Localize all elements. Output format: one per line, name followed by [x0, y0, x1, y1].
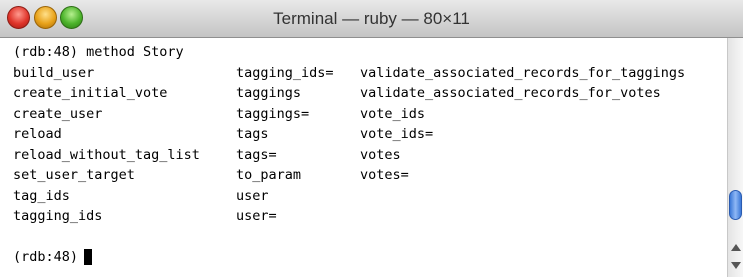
method-name: create_initial_vote [13, 85, 168, 101]
method-name: reload_without_tag_list [13, 146, 200, 163]
scroll-down-arrow-icon[interactable] [731, 262, 741, 269]
output-row: build_user tagging_ids= validate_associa… [13, 63, 727, 84]
output-row: tagging_ids user= [13, 206, 727, 227]
method-name: votes [360, 146, 401, 163]
output-row: reload tags vote_ids= [13, 124, 727, 145]
method-name: tags [236, 126, 269, 142]
prompt-text: (rdb:48) [13, 249, 79, 265]
method-name: tagging_ids [13, 208, 103, 224]
vertical-scrollbar[interactable] [727, 38, 743, 277]
method-name: reload [13, 126, 62, 142]
method-name: votes= [360, 167, 409, 183]
current-prompt: (rdb:48) [13, 247, 93, 268]
method-name: build_user [13, 64, 95, 81]
method-name: taggings= [236, 105, 310, 122]
scrollbar-thumb[interactable] [729, 190, 742, 220]
method-name: tag_ids [13, 187, 70, 204]
output-row: create_user taggings= vote_ids [13, 104, 727, 125]
method-name: vote_ids= [360, 126, 434, 142]
method-name: tags= [236, 146, 277, 163]
terminal-window: Terminal — ruby — 80×11 (rdb:48) method … [0, 0, 743, 277]
output-row: set_user_target to_param votes= [13, 165, 727, 186]
method-name: validate_associated_records_for_votes [360, 85, 661, 101]
input-line[interactable]: (rdb:48) [13, 247, 727, 268]
method-name: user= [236, 208, 277, 224]
terminal-output[interactable]: (rdb:48) method Story build_user tagging… [0, 38, 727, 277]
window-title: Terminal — ruby — 80×11 [273, 9, 470, 28]
method-name: user [236, 187, 269, 204]
title-bar[interactable]: Terminal — ruby — 80×11 [0, 0, 743, 38]
output-row: reload_without_tag_list tags= votes [13, 145, 727, 166]
text-cursor [84, 249, 93, 265]
method-name: tagging_ids= [236, 64, 334, 81]
prompt-command: (rdb:48) method Story [13, 44, 184, 60]
output-row: tag_ids user [13, 186, 727, 207]
command-line: (rdb:48) method Story [13, 42, 727, 63]
method-name: create_user [13, 105, 103, 122]
method-name: validate_associated_records_for_taggings [360, 64, 686, 81]
output-row: create_initial_vote taggings validate_as… [13, 83, 727, 104]
method-name: taggings [236, 85, 302, 101]
scroll-up-arrow-icon[interactable] [731, 244, 741, 251]
method-name: to_param [236, 167, 302, 183]
method-name: vote_ids [360, 105, 426, 122]
method-name: set_user_target [13, 167, 135, 183]
